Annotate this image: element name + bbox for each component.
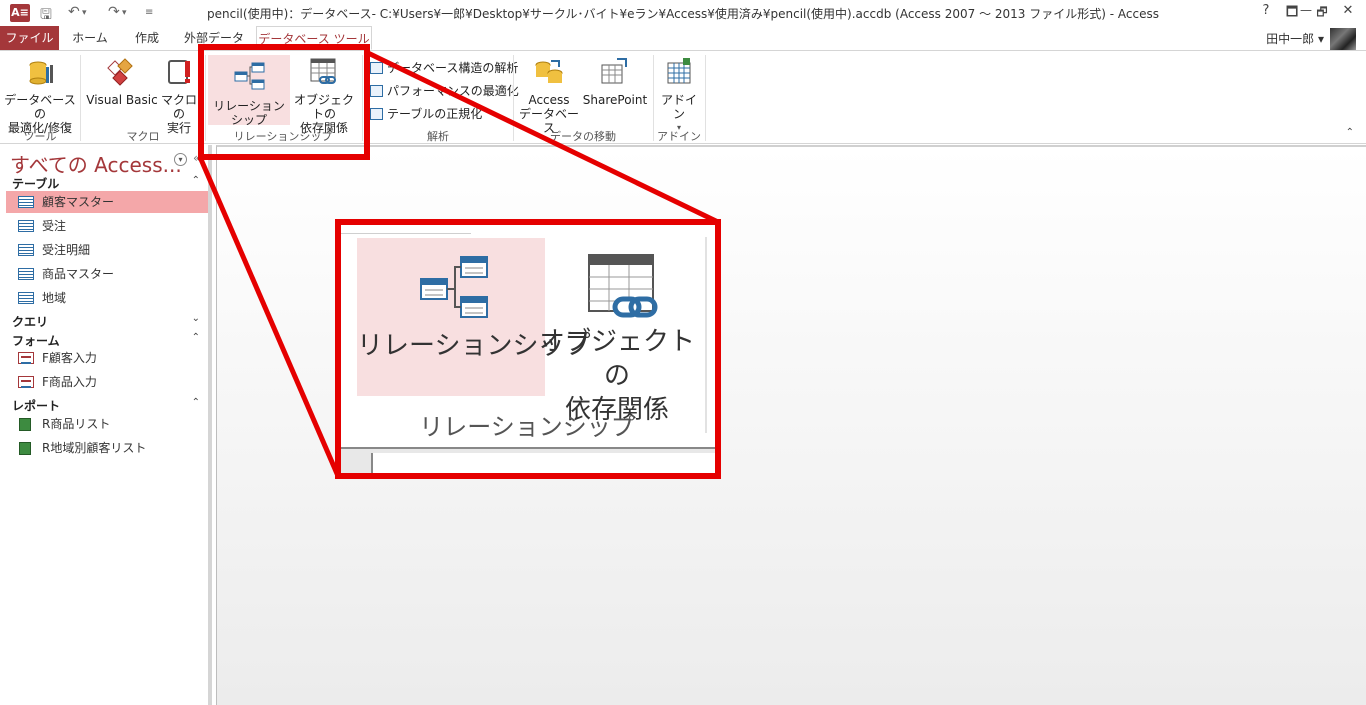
user-account[interactable]: 田中一郎 ▾ [1266,30,1324,47]
addins-button[interactable]: アドイン ▾ [656,55,702,135]
nav-item-form[interactable]: F顧客入力 [6,347,208,369]
nav-item-label: 地域 [42,291,67,305]
collapse-icon[interactable]: ⌃ [192,397,200,408]
report-icon [19,418,31,431]
group-separator [653,55,654,141]
analyze-db-documenter-button[interactable]: データベース構造の解析 [370,59,518,76]
nav-item-table[interactable]: 地域 [6,287,208,309]
group-tools-label: ツール [23,130,57,143]
nav-item-table[interactable]: 受注 [6,215,208,237]
visual-basic-button[interactable]: Visual Basic [86,55,158,107]
nav-item-label: R地域別顧客リスト [42,441,147,455]
run-macro-button[interactable]: マクロの 実行 [158,55,200,135]
addins-label: アドイン [660,93,697,121]
zoom-object-dependencies-icon [588,254,658,318]
nav-section-reports[interactable]: レポート ⌃ [12,397,200,414]
analyze-table-label: テーブルの正規化 [387,107,483,121]
analyze-performance-button[interactable]: パフォーマンスの最適化 [370,82,519,99]
nav-section-reports-label: レポート [12,399,61,413]
nav-item-label: 商品マスター [42,267,115,281]
nav-item-label: F顧客入力 [42,351,97,365]
analyze-db-label: データベース構造の解析 [387,61,519,75]
zoom-objdep-line1: オブジェクトの [538,327,695,391]
addins-icon [663,55,695,89]
tab-create[interactable]: 作成 [120,26,174,50]
form-icon [18,376,34,388]
nav-item-label: 受注 [42,219,67,233]
table-analyzer-icon [370,108,383,120]
tab-home[interactable]: ホーム [62,26,118,50]
documenter-icon [370,62,383,74]
collapse-icon[interactable]: ⌃ [192,332,200,343]
table-icon [18,292,34,304]
visual-basic-icon [106,55,138,89]
run-macro-icon [163,55,195,89]
group-separator [705,55,706,141]
zoom-relationships-icon [420,256,488,318]
nav-section-queries[interactable]: クエリ ⌄ [12,313,200,330]
nav-section-queries-label: クエリ [12,315,49,329]
avatar[interactable] [1330,28,1356,50]
nav-item-form[interactable]: F商品入力 [6,371,208,393]
form-icon [18,352,34,364]
collapse-icon[interactable]: ⌃ [192,175,200,186]
title-bar: A≡ 🖫 ↶ ▾ ↷ ▾ ≡ pencil(使用中)：データベース- C:¥Us… [0,0,1366,26]
table-icon [18,196,34,208]
database-wrench-icon [24,55,56,89]
sharepoint-label: SharePoint [582,93,648,107]
nav-item-label: R商品リスト [42,417,111,431]
table-icon [18,244,34,256]
nav-item-label: 受注明細 [42,243,91,257]
tab-file[interactable]: ファイル [0,26,59,50]
restore-button[interactable]: 🗗 [1308,3,1336,24]
zoom-relationships-label: リレーションシップ [357,331,591,361]
group-macro-label: マクロ [126,130,160,143]
nav-item-report[interactable]: R地域別顧客リスト [6,437,208,459]
nav-section-tables[interactable]: テーブル ⌃ [12,175,200,192]
table-icon [18,220,34,232]
help-icon[interactable]: ? [1252,3,1280,18]
zoom-workspace-edge [371,453,715,473]
close-button[interactable]: ✕ [1334,3,1362,18]
nav-item-table[interactable]: 商品マスター [6,263,208,285]
group-addins-label: アドイン [657,130,701,143]
expand-icon[interactable]: ⌄ [192,313,200,324]
visual-basic-label: Visual Basic [86,93,158,107]
nav-item-table[interactable]: 受注明細 [6,239,208,261]
nav-item-label: F商品入力 [42,375,97,389]
analyze-performance-label: パフォーマンスの最適化 [387,84,519,98]
group-move-data-label: データの移動 [550,130,616,143]
analyze-table-button[interactable]: テーブルの正規化 [370,105,482,122]
table-icon [18,268,34,280]
zoom-divider [341,233,471,234]
compact-repair-button[interactable]: データベースの 最適化/修復 [2,55,78,135]
zoom-group-separator [705,237,707,433]
nav-pane-title[interactable]: すべての Access... [10,149,182,178]
report-icon [19,442,31,455]
group-analyze-label: 解析 [427,130,449,143]
access-database-button[interactable]: Access データベース [516,55,582,135]
relationships-highlight-box [198,44,370,160]
nav-item-label: 顧客マスター [42,195,115,209]
navigation-pane: すべての Access... ▾ « テーブル ⌃ 顧客マスター 受注 受注明細… [0,145,212,705]
collapse-ribbon-icon[interactable]: ⌃ [1346,127,1354,138]
group-separator [513,55,514,141]
performance-icon [370,85,383,97]
nav-item-report[interactable]: R商品リスト [6,413,208,435]
sharepoint-icon [599,55,631,89]
window-title: pencil(使用中)：データベース- C:¥Users¥一郎¥Desktop¥… [207,7,1159,21]
access-database-move-icon [533,55,565,89]
nav-menu-dropdown-icon[interactable]: ▾ [174,153,187,166]
group-separator [80,55,81,141]
zoom-group-label: リレーションシップ [419,413,635,441]
nav-item-table[interactable]: 顧客マスター [6,191,208,213]
zoom-callout: リレーションシップ オブジェクトの 依存関係 リレーションシップ [335,219,721,479]
sharepoint-button[interactable]: SharePoint [582,55,648,107]
nav-section-forms-label: フォーム [12,334,60,348]
nav-section-tables-label: テーブル [12,177,60,191]
